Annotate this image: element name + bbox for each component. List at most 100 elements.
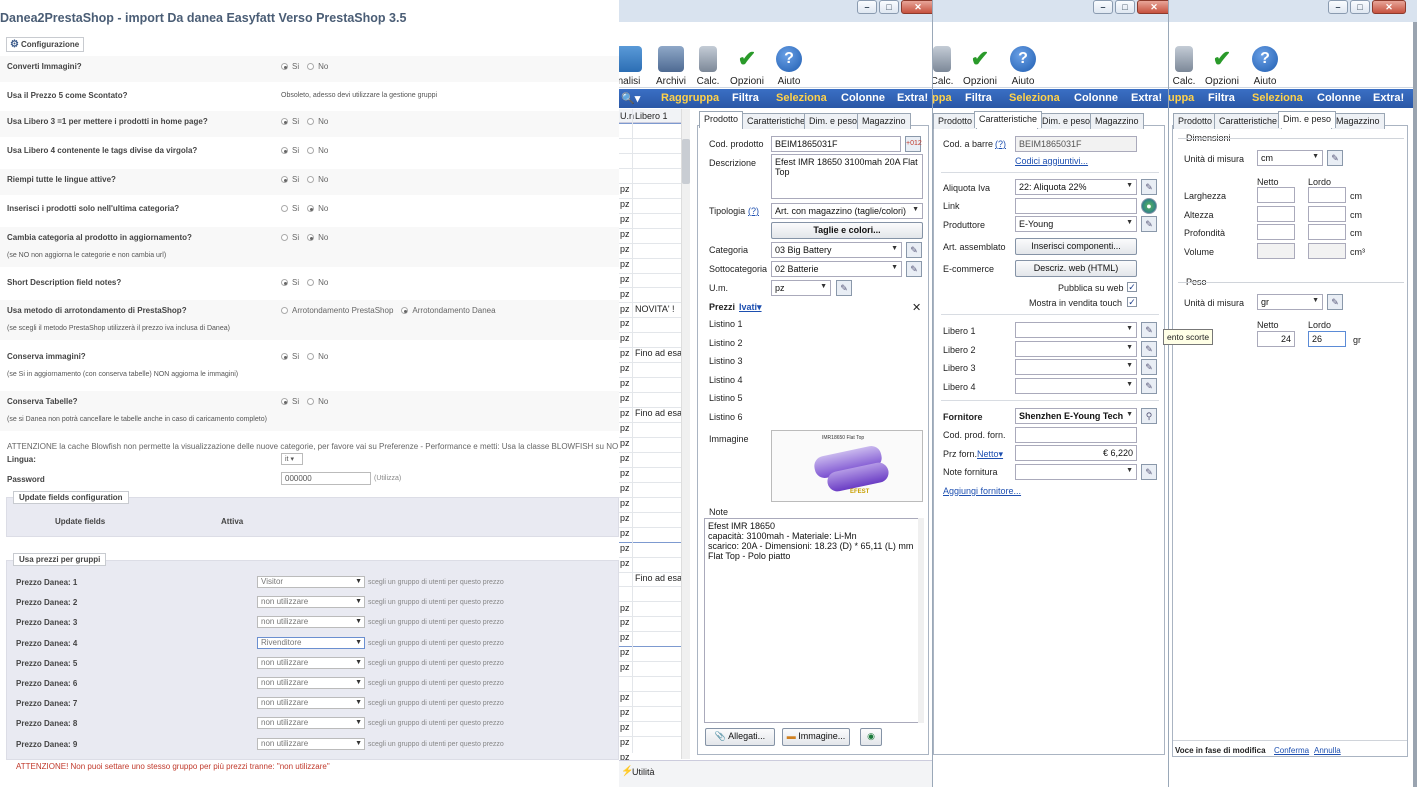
grid-row[interactable] [619,616,681,618]
grid-row[interactable] [619,496,681,498]
radio-option-1[interactable] [281,118,288,125]
nav-colonne[interactable]: Colonne [1317,92,1361,104]
grid-row[interactable] [619,631,681,633]
grid-row[interactable] [619,586,681,588]
annulla-link[interactable]: Annulla [1314,746,1341,755]
close-button[interactable]: ✕ [901,0,932,14]
tab-magazzino[interactable]: Magazzino [857,113,911,129]
nav-filtra[interactable]: Filtra [965,92,992,104]
tab-dim-e-peso[interactable]: Dim. e peso [1278,111,1337,128]
grid-row[interactable] [619,197,681,199]
nav-filtra[interactable]: Filtra [1208,92,1235,104]
edit-icon[interactable]: ✎ [1327,294,1343,310]
taglie-colori-button[interactable]: Taglie e colori... [771,222,923,239]
libero-dropdown[interactable] [1015,322,1137,338]
grid-row[interactable] [619,362,681,364]
tab-dim-e-peso[interactable]: Dim. e peso [804,113,863,129]
edit-icon[interactable]: ✎ [1141,179,1157,195]
prezzo-select[interactable]: non utilizzare ▼ [257,697,365,710]
close-prezzi-icon[interactable]: ✕ [912,301,921,314]
nav-seleziona[interactable]: Seleziona [1009,92,1060,104]
tab-dim-e-peso[interactable]: Dim. e peso [1037,113,1096,129]
prezzo-select[interactable]: Visitor ▼ [257,576,365,588]
grid-row[interactable] [619,481,681,483]
edit-icon[interactable]: ✎ [906,261,922,277]
grid-row[interactable] [619,227,681,229]
edit-icon[interactable]: ✎ [1141,378,1157,395]
nav-extra[interactable]: Extra! [1131,92,1162,104]
grid-row[interactable] [619,242,681,244]
grid-row[interactable] [619,212,681,214]
cod-field[interactable]: BEIM1865031F [771,136,901,152]
tool-calc[interactable]: Calc. [686,46,730,87]
descriz-web-button[interactable]: Descriz. web (HTML) [1015,260,1137,277]
maximize-button[interactable]: □ [879,0,899,14]
panel-scrollbar[interactable] [918,518,924,723]
edit-icon[interactable]: ✎ [1141,359,1157,376]
grid-row[interactable] [619,302,681,304]
tool-opzioni[interactable]: ✔ Opzioni [958,46,1002,87]
barre-help-link[interactable]: (?) [995,139,1006,149]
barcode-icon[interactable]: +012 [905,136,922,152]
radio-option-1[interactable] [281,307,288,314]
prezzi-mode-link[interactable]: Ivati▾ [739,302,762,313]
nav-raggruppa[interactable]: Raggruppa [661,92,719,104]
nav-extra[interactable]: Extra! [897,92,928,104]
inserisci-componenti-button[interactable]: Inserisci componenti... [1015,238,1137,255]
dim-netto-field[interactable] [1257,243,1295,260]
grid-row[interactable] [619,721,681,722]
grid-row[interactable] [619,257,681,259]
tab-magazzino[interactable]: Magazzino [1090,113,1144,129]
grid-row[interactable] [619,287,681,289]
forn-dropdown[interactable]: Shenzhen E-Young Tech [1015,408,1137,424]
subcat-dropdown[interactable]: 02 Batterie [771,261,902,277]
dim-lordo-field[interactable] [1308,187,1346,203]
dim-lordo-field[interactable] [1308,205,1346,222]
radio-option-1[interactable] [281,398,288,405]
grid-row[interactable] [619,466,681,468]
status-utilita[interactable]: Utilità [632,767,655,777]
prz-mode-link[interactable]: Netto▾ [977,449,1003,460]
nav-dropdown[interactable]: 🔍▾ [621,92,640,105]
web-button[interactable]: ◉ [860,728,882,746]
radio-option-1[interactable] [281,234,288,241]
maximize-button[interactable]: □ [1115,0,1135,14]
grid-row[interactable] [619,272,681,274]
tool-aiuto[interactable]: ? Aiuto [1001,46,1045,87]
radio-option-1[interactable] [281,176,288,183]
minimize-button[interactable]: – [1093,0,1113,14]
prezzo-select[interactable]: non utilizzare ▼ [257,677,365,689]
dim-lordo-field[interactable] [1308,243,1346,260]
minimize-button[interactable]: – [1328,0,1348,14]
link-field[interactable] [1015,198,1137,214]
tool-aiuto[interactable]: ? Aiuto [1243,46,1287,87]
maximize-button[interactable]: □ [1350,0,1370,14]
nav-filtra[interactable]: Filtra [732,92,759,104]
binoculars-icon[interactable]: ⚲ [1141,408,1157,424]
grid-row[interactable] [619,137,681,139]
grid-row[interactable] [619,332,681,334]
prezzo-select[interactable]: non utilizzare ▼ [257,616,365,629]
radio-option-2[interactable] [401,307,409,314]
edit-icon[interactable]: ✎ [1327,150,1343,166]
libero-dropdown[interactable] [1015,359,1137,376]
barre-field[interactable]: BEIM1865031F [1015,136,1137,152]
peso-um-dropdown[interactable]: gr [1257,294,1323,310]
tab-caratteristiche[interactable]: Caratteristiche [1214,113,1283,129]
grid-row[interactable] [619,661,681,663]
nav-colonne[interactable]: Colonne [841,92,885,104]
grid-row[interactable] [619,511,681,513]
grid-row[interactable] [619,526,681,528]
peso-lordo-field[interactable]: 26 [1308,331,1346,347]
tool-aiuto[interactable]: ? Aiuto [767,46,811,87]
grid-row[interactable] [619,436,681,438]
libero-dropdown[interactable] [1015,340,1137,357]
grid-row[interactable] [619,182,681,184]
prezzo-select[interactable]: non utilizzare ▼ [257,596,365,609]
edit-icon[interactable]: ✎ [1141,340,1157,357]
grid-row[interactable] [619,407,681,409]
nav-raggruppa[interactable]: ppa [933,92,952,104]
radio-option-2[interactable] [307,234,315,241]
nav-seleziona[interactable]: Seleziona [776,92,827,104]
grid-row[interactable] [619,646,681,648]
